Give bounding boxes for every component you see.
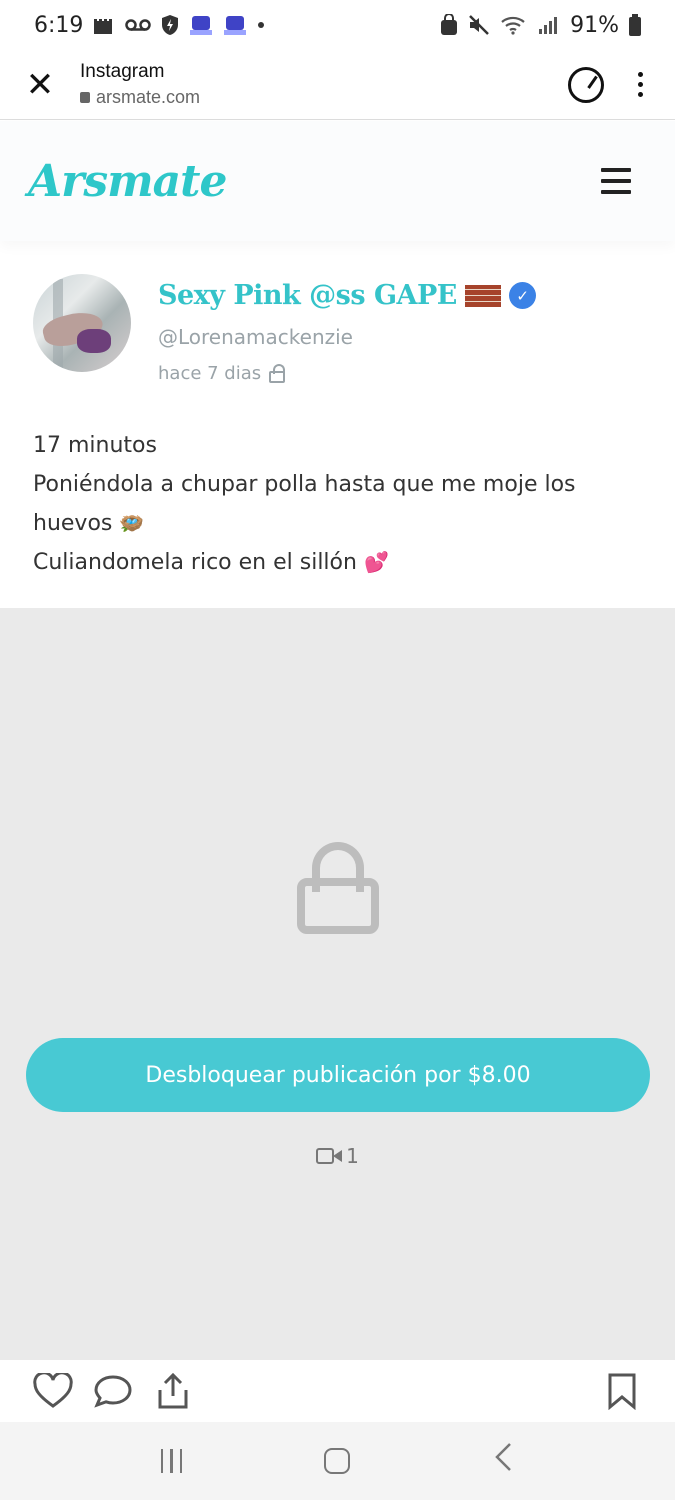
url-display: arsmate.com	[80, 87, 200, 108]
voicemail-icon	[125, 18, 152, 32]
caption-line: 17 minutos	[33, 433, 157, 458]
video-count: 1	[346, 1144, 359, 1168]
mute-icon	[468, 15, 490, 35]
caption-line-with-emoji: huevos 🪺	[33, 504, 643, 543]
lock-icon	[80, 92, 90, 103]
display-name-row[interactable]: Sexy Pink @ss GAPE ✓	[158, 280, 536, 311]
caption-line: Poniéndola a chupar polla hasta que me m…	[33, 472, 576, 497]
recycle-lock-icon	[440, 14, 458, 36]
wifi-icon	[500, 14, 528, 36]
status-bar: 6:19 91%	[0, 0, 675, 50]
bookmark-icon[interactable]	[602, 1371, 642, 1411]
display-name[interactable]: Sexy Pink @ss GAPE	[158, 280, 457, 311]
battery-icon	[629, 14, 641, 36]
back-icon[interactable]	[492, 1442, 514, 1480]
post-header: Sexy Pink @ss GAPE ✓ @Lorenamackenzie ha…	[0, 250, 675, 400]
post-caption: 17 minutos Poniéndola a chupar polla has…	[33, 426, 643, 582]
caption-line-with-emoji: Culiandomela rico en el sillón 💕	[33, 543, 643, 582]
address-block[interactable]: Instagram arsmate.com	[80, 61, 200, 108]
shield-bolt-icon	[161, 14, 179, 36]
media-count: 1	[0, 1144, 675, 1168]
post-timestamp-row: hace 7 dias	[158, 363, 536, 384]
site-header: Arsmate	[0, 121, 675, 241]
caption-line: Culiandomela rico en el sillón	[33, 550, 357, 575]
speedometer-icon[interactable]	[568, 66, 604, 103]
castle-icon	[93, 15, 115, 35]
lock-icon	[269, 363, 286, 383]
browser-toolbar: ✕ Instagram arsmate.com	[0, 50, 675, 120]
app-notification-icon	[189, 14, 213, 36]
more-options-icon[interactable]	[638, 72, 643, 97]
site-logo[interactable]: Arsmate	[28, 156, 227, 207]
two-hearts-emoji-icon: 💕	[363, 550, 389, 574]
user-handle[interactable]: @Lorenamackenzie	[158, 325, 536, 349]
battery-percent: 91%	[570, 12, 619, 38]
avatar[interactable]	[33, 274, 131, 372]
recent-apps-icon[interactable]	[160, 1449, 183, 1473]
status-time: 6:19	[34, 12, 84, 38]
system-nav-bar	[0, 1422, 675, 1500]
hamburger-menu-icon[interactable]	[601, 168, 631, 194]
video-camera-icon	[316, 1147, 343, 1165]
unlock-post-button[interactable]: Desbloquear publicación por $8.00	[26, 1038, 650, 1112]
app-notification-icon-2	[223, 14, 247, 36]
signal-icon	[538, 15, 560, 35]
dot-icon	[257, 21, 265, 29]
share-icon[interactable]	[153, 1371, 193, 1411]
nest-eggs-emoji-icon: 🪺	[119, 511, 145, 535]
close-icon[interactable]: ✕	[0, 50, 80, 120]
lock-icon	[297, 842, 379, 934]
page-title: Instagram	[80, 61, 165, 82]
user-info: Sexy Pink @ss GAPE ✓ @Lorenamackenzie ha…	[158, 280, 536, 384]
home-icon[interactable]	[324, 1448, 351, 1474]
url-text: arsmate.com	[96, 87, 201, 107]
locked-media-area: Desbloquear publicación por $8.00 1	[0, 608, 675, 1360]
post-actions	[0, 1360, 675, 1422]
verified-badge-icon: ✓	[508, 282, 536, 309]
caption-line: huevos	[33, 511, 113, 536]
brick-emoji-icon	[464, 284, 501, 307]
comment-icon[interactable]	[93, 1371, 133, 1411]
post-timestamp: hace 7 dias	[158, 363, 262, 384]
heart-icon[interactable]	[33, 1371, 73, 1411]
